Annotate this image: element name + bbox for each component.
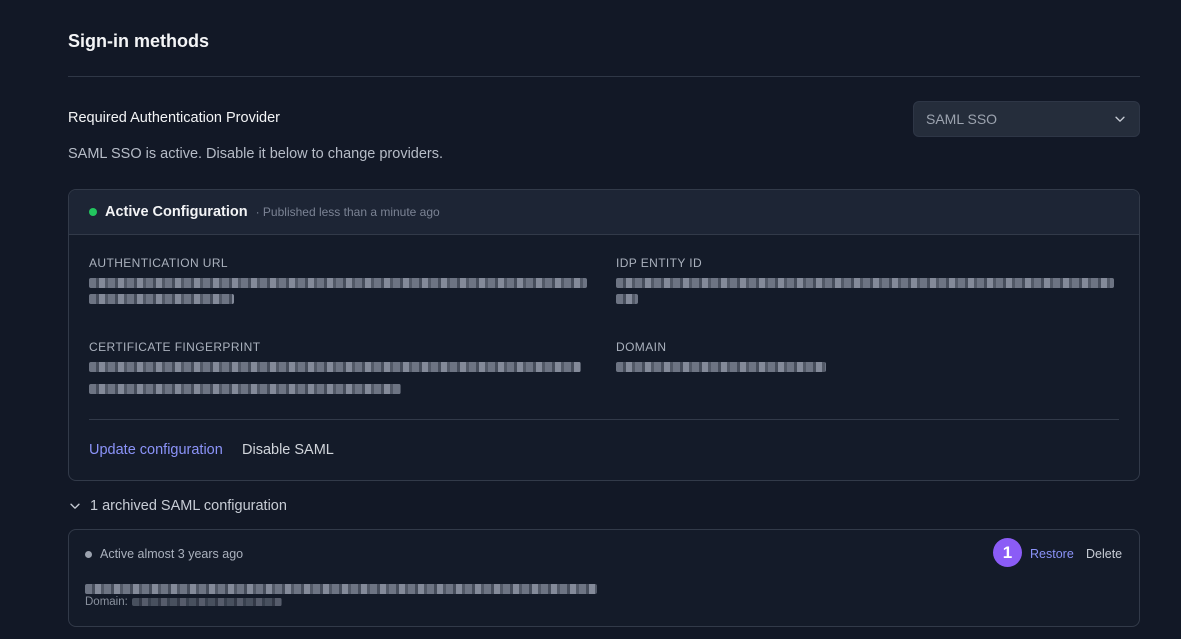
provider-select-value: SAML SSO: [926, 111, 998, 127]
active-configuration-header: Active Configuration · Published less th…: [69, 190, 1139, 235]
authentication-url-field: Authentication URL: [89, 256, 589, 304]
archived-domain-redacted: [131, 598, 282, 606]
certificate-fingerprint-redacted: [89, 384, 401, 394]
provider-select[interactable]: SAML SSO: [913, 101, 1140, 137]
archived-domain-label: Domain:: [85, 596, 128, 608]
archived-domain: Domain:: [85, 596, 282, 608]
sign-in-methods-page: Sign-in methods Required Authentication …: [0, 0, 1181, 639]
idp-entity-id-label: IdP Entity ID: [616, 256, 703, 270]
provider-label: Required Authentication Provider: [68, 110, 280, 126]
certificate-fingerprint-field: Certificate Fingerprint: [89, 340, 589, 394]
chevron-down-icon: [70, 503, 80, 509]
certificate-fingerprint-redacted: [89, 362, 581, 372]
archived-configurations-toggle[interactable]: 1 archived SAML configuration: [68, 498, 287, 514]
archived-status: Active almost 3 years ago: [85, 547, 243, 561]
card-divider: [89, 419, 1119, 420]
archived-url-redacted: [85, 576, 597, 594]
delete-button[interactable]: Delete: [1086, 547, 1122, 561]
domain-redacted: [616, 362, 826, 372]
restore-button[interactable]: Restore: [1030, 547, 1074, 561]
chevron-down-icon: [1115, 116, 1125, 122]
page-title: Sign-in methods: [68, 31, 209, 51]
archived-status-text: Active almost 3 years ago: [100, 547, 244, 561]
active-status-dot: [89, 208, 97, 216]
step-badge: 1: [993, 538, 1022, 567]
idp-entity-id-redacted: [616, 294, 638, 304]
domain-field: Domain: [616, 340, 1116, 372]
archived-url-redacted-bar: [85, 584, 597, 594]
authentication-url-label: Authentication URL: [89, 256, 228, 270]
active-configuration-card: Active Configuration · Published less th…: [68, 189, 1140, 481]
inactive-status-dot: [85, 550, 92, 558]
archived-toggle-label: 1 archived SAML configuration: [90, 498, 287, 514]
authentication-url-redacted: [89, 294, 234, 304]
update-configuration-link[interactable]: Update configuration: [89, 442, 223, 458]
domain-label: Domain: [616, 340, 667, 354]
archived-configuration-card: Active almost 3 years ago 1 Restore Dele…: [68, 529, 1140, 627]
provider-help-text: SAML SSO is active. Disable it below to …: [68, 146, 444, 162]
title-divider: [68, 76, 1140, 77]
idp-entity-id-redacted: [616, 278, 1114, 288]
authentication-url-redacted: [89, 278, 587, 288]
published-timestamp: · Published less than a minute ago: [255, 205, 440, 219]
idp-entity-id-field: IdP Entity ID: [616, 256, 1116, 304]
disable-saml-button[interactable]: Disable SAML: [242, 442, 334, 458]
active-configuration-title: Active Configuration: [105, 204, 248, 220]
certificate-fingerprint-label: Certificate Fingerprint: [89, 340, 261, 354]
